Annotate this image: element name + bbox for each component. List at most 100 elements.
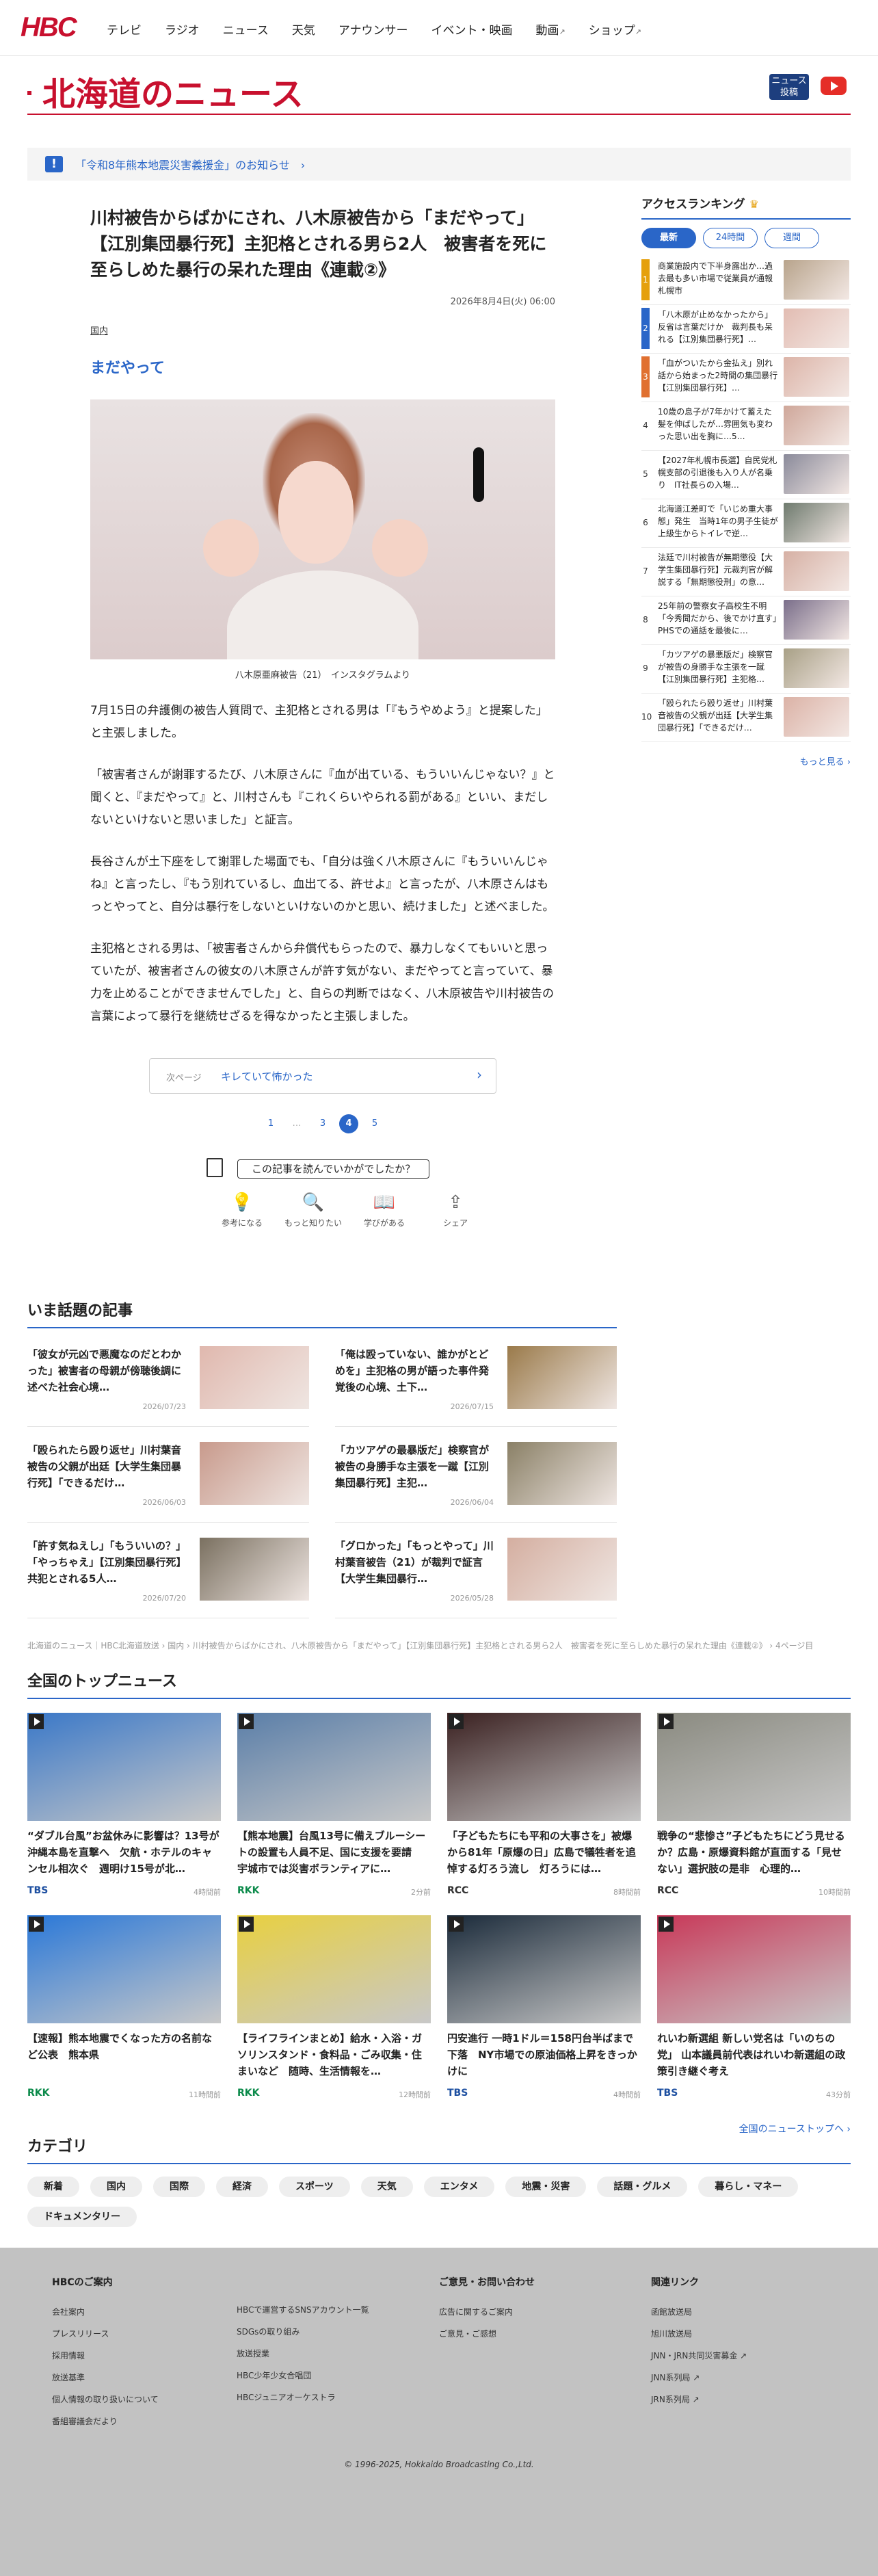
- footer-link[interactable]: 広告に関するご案内: [439, 2301, 630, 2323]
- trending-item[interactable]: 「許す気ねえし」「もういいの？」「やっちゃえ」【江別集団暴行死】共犯とされる5人…: [27, 1531, 309, 1618]
- nav-radio[interactable]: ラジオ: [165, 21, 200, 38]
- news-source-logo: RKK: [237, 1885, 260, 1896]
- reaction-helpful[interactable]: 💡 参考になる: [207, 1192, 278, 1228]
- tab-24h[interactable]: 24時間: [703, 228, 758, 248]
- rank-number: 1: [641, 259, 650, 300]
- news-card[interactable]: 円安進行 一時1ドル＝158円台半ばまで下落 NY市場での原油価格上昇をきっかけ…: [447, 1915, 641, 2118]
- news-card[interactable]: 【速報】熊本地震でくなった方の名前など公表 熊本県 RKK 11時間前: [27, 1915, 221, 2118]
- category-chip[interactable]: 話題・グルメ: [597, 2177, 688, 2197]
- news-card[interactable]: 【熊本地震】台風13号に備えブルーシートの設置も人員不足、国に支援を要請 宇城市…: [237, 1713, 431, 1915]
- all-news-link[interactable]: 全国のニューストップへ ›: [27, 2122, 851, 2135]
- category-chip[interactable]: 暮らし・マネー: [698, 2177, 799, 2197]
- ranking-item[interactable]: 10 「殴られたら殴り返せ」川村葉音被告の父親が出廷【大学生集団暴行死】「できるだ…: [641, 694, 851, 742]
- tab-latest[interactable]: 最新: [641, 228, 696, 248]
- photo-hand-right: [372, 519, 428, 577]
- footer-link[interactable]: SDGsの取り組み: [237, 2321, 428, 2343]
- news-thumbnail: [657, 1915, 851, 2023]
- news-card-title: 円安進行 一時1ドル＝158円台半ばまで下落 NY市場での原油価格上昇をきっかけ…: [447, 2032, 637, 2077]
- ranking-item-title: 商業施設内で下半身露出か…過去最も多い市場で従業員が通報 札幌市: [658, 261, 778, 295]
- footer-link[interactable]: JNN系列局 ↗: [651, 2367, 842, 2389]
- category-chip[interactable]: 地震・災害: [505, 2177, 587, 2197]
- alert-link[interactable]: 「令和8年熊本地震災害義援金」のお知らせ ›: [75, 156, 305, 172]
- news-thumbnail: [447, 1713, 641, 1821]
- nav-video[interactable]: 動画↗: [536, 21, 566, 38]
- footer-link[interactable]: 放送基準: [52, 2367, 243, 2389]
- footer-link[interactable]: HBCで運営するSNSアカウント一覧: [237, 2299, 428, 2321]
- page-5[interactable]: 5: [365, 1114, 384, 1133]
- ranking-item[interactable]: 1 商業施設内で下半身露出か…過去最も多い市場で従業員が通報 札幌市: [641, 257, 851, 305]
- category-chip[interactable]: 天気: [360, 2177, 413, 2197]
- news-card[interactable]: 【ライフラインまとめ】給水・入浴・ガソリンスタンド・食料品・ごみ収集・住まいなど…: [237, 1915, 431, 2118]
- share-button[interactable]: ⇪ シェア: [420, 1192, 491, 1228]
- nav-shop[interactable]: ショップ↗: [589, 21, 641, 38]
- nav-weather[interactable]: 天気: [292, 21, 315, 38]
- ranking-item[interactable]: 5 【2027年札幌市長選】自民党札幌支部の引退後も入り人が名乗り IT社長らの入…: [641, 451, 851, 499]
- footer-link[interactable]: JRN系列局 ↗: [651, 2389, 842, 2410]
- news-card[interactable]: れいわ新選組 新しい党名は「いのちの党」 山本議員前代表はれいわ新選組の政策引き…: [657, 1915, 851, 2118]
- hbc-logo[interactable]: HBC: [21, 12, 77, 43]
- trending-thumbnail: [200, 1346, 309, 1409]
- ranking-item[interactable]: 6 北海道江差町で「いじめ重大事態」発生 当時1年の男子生徒が上級生からトイレで逆…: [641, 499, 851, 548]
- nav-tv[interactable]: テレビ: [107, 21, 142, 38]
- ranking-item[interactable]: 7 法廷で川村被告が無期懲役【大学生集団暴行死】元裁判官が解説する「無期懲役刑」の…: [641, 548, 851, 596]
- page-4-current[interactable]: 4: [339, 1114, 358, 1133]
- ranking-thumbnail: [784, 260, 849, 300]
- category-chip[interactable]: 新着: [27, 2177, 79, 2197]
- category-chip[interactable]: 経済: [216, 2177, 268, 2197]
- top-news-title: 全国のトップニュース: [27, 1669, 851, 1699]
- reaction-label: 参考になる: [221, 1218, 263, 1228]
- trending-item[interactable]: 「俺は殴っていない、誰かがとどめを」主犯格の男が語った事件発覚後の心境、土下… 2…: [335, 1339, 617, 1427]
- category-chip[interactable]: エンタメ: [423, 2177, 495, 2197]
- alert-banner[interactable]: ! 「令和8年熊本地震災害義援金」のお知らせ ›: [27, 148, 851, 181]
- breadcrumb[interactable]: 北海道のニュース｜HBC北海道放送 › 国内 › 川村被告からばかにされ、八木原…: [27, 1640, 813, 1651]
- footer-column-title: HBCのご案内: [52, 2277, 113, 2288]
- news-card[interactable]: 戦争の“悲惨さ”子どもたちにどう見せるか？広島・原爆資料館が直面する「見せない」…: [657, 1713, 851, 1915]
- category-title: カテゴリ: [27, 2134, 851, 2164]
- footer-link[interactable]: 番組審議会だより: [52, 2410, 243, 2432]
- footer-link[interactable]: 旭川放送局: [651, 2323, 842, 2345]
- nav-news[interactable]: ニュース: [223, 21, 269, 38]
- tab-weekly[interactable]: 週間: [764, 228, 819, 248]
- ranking-item[interactable]: 4 10歳の息子が7年かけて蓄えた髪を伸ばしたが…雰囲気も変わった思い出を胸に…5…: [641, 402, 851, 451]
- next-page-button[interactable]: 次ページ キレていて怖かった ›: [149, 1058, 496, 1094]
- nav-event[interactable]: イベント・映画: [431, 21, 513, 38]
- news-card[interactable]: 「子どもたちにも平和の大事さを」被爆から81年「原爆の日」広島で犠牲者を追悼する…: [447, 1713, 641, 1915]
- ranking-item-title: 法廷で川村被告が無期懲役【大学生集団暴行死】元裁判官が解説する「無期懲役刑」の意…: [658, 553, 773, 587]
- youtube-icon[interactable]: [821, 77, 847, 95]
- footer-link[interactable]: HBCジュニアオーケストラ: [237, 2387, 428, 2408]
- footer-link[interactable]: ご意見・ご感想: [439, 2323, 630, 2345]
- trending-item[interactable]: 「グロかった」「もっとやって」川村葉音被告（21）が裁判で証言【大学生集団暴行……: [335, 1531, 617, 1618]
- footer-link[interactable]: 個人情報の取り扱いについて: [52, 2389, 243, 2410]
- reaction-learned[interactable]: 📖 学びがある: [349, 1192, 420, 1228]
- news-post-button[interactable]: ニュース 投稿: [769, 74, 809, 100]
- trending-item[interactable]: 「殴られたら殴り返せ」川村葉音被告の父親が出廷【大学生集団暴行死】「できるだけ……: [27, 1435, 309, 1523]
- ranking-item[interactable]: 2 「八木原が止めなかったから」反省は言葉だけか 裁判長も呆れる【江別集団暴行死】…: [641, 305, 851, 354]
- category-chip[interactable]: 国際: [153, 2177, 205, 2197]
- footer-link[interactable]: プレスリリース: [52, 2323, 243, 2345]
- ranking-item[interactable]: 9 「カツアゲの暴悪版だ」検察官が被告の身勝手な主張を一蹴【江別集団暴行死】主犯格…: [641, 645, 851, 694]
- footer-link[interactable]: 会社案内: [52, 2301, 243, 2323]
- trending-item[interactable]: 「彼女が元凶で悪魔なのだとわかった」被害者の母親が傍聴後調に述べた社会心境… 20…: [27, 1339, 309, 1427]
- trending-item[interactable]: 「カツアゲの最暴版だ」検察官が被告の身勝手な主張を一蹴【江別集団暴行死】主犯… 2…: [335, 1435, 617, 1523]
- footer-link[interactable]: 函館放送局: [651, 2301, 842, 2323]
- trending-thumbnail: [200, 1442, 309, 1505]
- page-3[interactable]: 3: [313, 1114, 332, 1133]
- ranking-item[interactable]: 3 「血がついたから金払え」別れ話から始まった2時間の集団暴行【江別集団暴行死】…: [641, 354, 851, 402]
- category-chip[interactable]: スポーツ: [279, 2177, 350, 2197]
- article-photo: [90, 399, 555, 659]
- reaction-know-more[interactable]: 🔍 もっと知りたい: [278, 1192, 349, 1228]
- category-chip[interactable]: ドキュメンタリー: [27, 2207, 137, 2227]
- article-category[interactable]: 国内: [90, 324, 555, 337]
- copyright: © 1996-2025, Hokkaido Broadcasting Co.,L…: [344, 2460, 534, 2469]
- news-thumbnail: [27, 1915, 221, 2023]
- ranking-more-link[interactable]: もっと見る ›: [641, 754, 851, 767]
- page-1[interactable]: 1: [261, 1114, 280, 1133]
- ranking-item[interactable]: 8 25年前の警察女子高校生不明「今秀聞だから、後でかけ直す」PHSでの通話を最後…: [641, 596, 851, 645]
- footer-link[interactable]: JNN・JRN共同災害募金 ↗: [651, 2345, 842, 2367]
- footer-link[interactable]: HBC少年少女合唱団: [237, 2365, 428, 2387]
- category-chip[interactable]: 国内: [90, 2177, 142, 2197]
- footer-link[interactable]: 採用情報: [52, 2345, 243, 2367]
- nav-announcer[interactable]: アナウンサー: [338, 21, 408, 38]
- footer-link[interactable]: 放送授業: [237, 2343, 428, 2365]
- news-card[interactable]: “ダブル台風”お盆休みに影響は？13号が沖縄本島を直撃へ 欠航・ホテルのキャンセ…: [27, 1713, 221, 1915]
